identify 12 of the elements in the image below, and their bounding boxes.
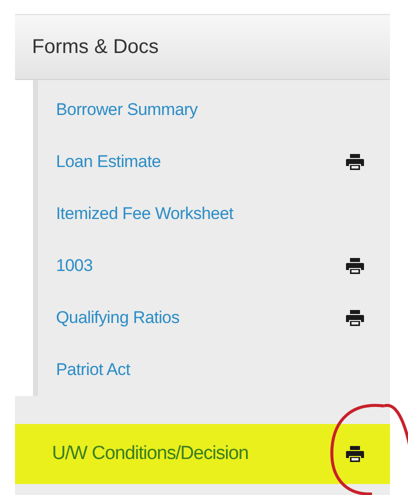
printer-icon[interactable] [346,446,364,462]
document-link[interactable]: Patriot Act [56,360,364,380]
printer-icon[interactable] [346,310,364,326]
document-link[interactable]: Loan Estimate [56,152,346,172]
document-link[interactable]: Borrower Summary [56,100,364,120]
printer-icon[interactable] [346,258,364,274]
panel-title: Forms & Docs [32,36,159,58]
document-link[interactable]: U/W Conditions/Decision [52,443,346,465]
document-link[interactable]: 1003 [56,256,346,276]
document-link[interactable]: Itemized Fee Worksheet [56,204,364,224]
printer-icon[interactable] [346,154,364,170]
document-link[interactable]: Qualifying Ratios [56,308,346,328]
